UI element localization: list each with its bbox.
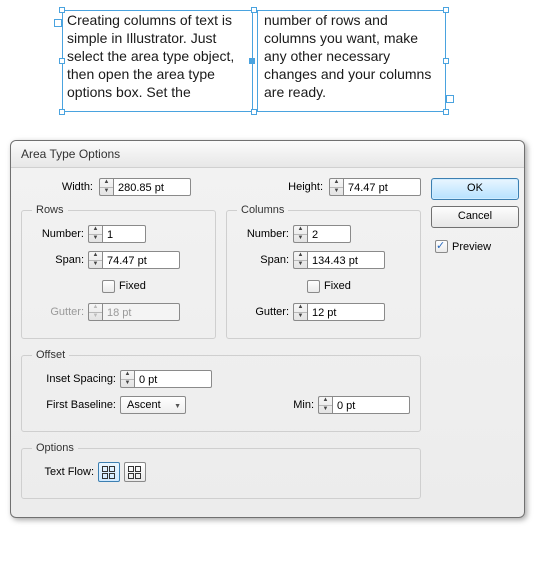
inset-stepper[interactable]: ▲▼ 0 pt [120, 370, 212, 388]
columns-fieldset: Columns Number: ▲▼ 2 Span: ▲▼ 134.43 pt [226, 204, 421, 339]
checkbox-icon [102, 280, 115, 293]
cols-gutter-stepper[interactable]: ▲▼ 12 pt [293, 303, 385, 321]
rows-gutter-label: Gutter: [32, 306, 84, 318]
out-port[interactable] [446, 95, 454, 103]
handle-top-mid[interactable] [251, 7, 257, 13]
preview-label: Preview [452, 241, 491, 253]
handle-mid-right[interactable] [443, 58, 449, 64]
width-stepper[interactable]: ▲▼ 280.85 pt [99, 178, 191, 196]
options-fieldset: Options Text Flow: [21, 442, 421, 499]
handle-bot-left[interactable] [59, 109, 65, 115]
rows-span-label: Span: [32, 254, 84, 266]
area-type-object[interactable]: Creating columns of text is simple in Il… [62, 10, 446, 112]
baseline-value: Ascent [127, 399, 161, 411]
handle-mid-left[interactable] [59, 58, 65, 64]
handle-top-left[interactable] [59, 7, 65, 13]
cols-number-stepper[interactable]: ▲▼ 2 [293, 225, 351, 243]
inset-input[interactable]: 0 pt [134, 370, 212, 388]
checkbox-icon [435, 240, 448, 253]
cols-gutter-label: Gutter: [237, 306, 289, 318]
rows-gutter-input: 18 pt [102, 303, 180, 321]
handle-bot-mid[interactable] [251, 109, 257, 115]
checkbox-icon [307, 280, 320, 293]
width-label: Width: [21, 181, 93, 193]
min-label: Min: [280, 399, 314, 411]
min-stepper[interactable]: ▲▼ 0 pt [318, 396, 410, 414]
columns-legend: Columns [237, 204, 288, 216]
options-legend: Options [32, 442, 78, 454]
height-label: Height: [271, 181, 323, 193]
cols-span-label: Span: [237, 254, 289, 266]
rows-number-stepper[interactable]: ▲▼ 1 [88, 225, 146, 243]
text-flow-row-first-button[interactable] [98, 462, 120, 482]
cols-fixed-label: Fixed [324, 280, 351, 292]
cols-number-input[interactable]: 2 [307, 225, 351, 243]
height-input[interactable]: 74.47 pt [343, 178, 421, 196]
text-column-2: number of rows and columns you want, mak… [262, 11, 442, 111]
flow-label: Text Flow: [32, 466, 94, 478]
cols-number-label: Number: [237, 228, 289, 240]
rows-fixed-checkbox[interactable]: Fixed [102, 280, 146, 293]
text-flow-col-first-button[interactable] [124, 462, 146, 482]
rows-fixed-label: Fixed [119, 280, 146, 292]
cols-gutter-input[interactable]: 12 pt [307, 303, 385, 321]
handle-top-right[interactable] [443, 7, 449, 13]
flow-col-first-icon [128, 466, 142, 478]
column-divider-handle[interactable] [249, 58, 255, 64]
rows-gutter-stepper: ▲▼ 18 pt [88, 303, 180, 321]
ok-button[interactable]: OK [431, 178, 519, 200]
flow-row-first-icon [102, 466, 116, 478]
cancel-button[interactable]: Cancel [431, 206, 519, 228]
height-stepper[interactable]: ▲▼ 74.47 pt [329, 178, 421, 196]
handle-bot-right[interactable] [443, 109, 449, 115]
baseline-select[interactable]: Ascent [120, 396, 186, 414]
min-input[interactable]: 0 pt [332, 396, 410, 414]
preview-checkbox[interactable]: Preview [431, 240, 519, 253]
cols-span-input[interactable]: 134.43 pt [307, 251, 385, 269]
canvas-area: Creating columns of text is simple in Il… [0, 0, 541, 130]
rows-number-input[interactable]: 1 [102, 225, 146, 243]
dialog-title: Area Type Options [11, 141, 524, 168]
rows-number-label: Number: [32, 228, 84, 240]
inset-label: Inset Spacing: [32, 373, 116, 385]
dialog-area-type-options: Area Type Options Width: ▲▼ 280.85 pt He… [10, 140, 525, 518]
cols-span-stepper[interactable]: ▲▼ 134.43 pt [293, 251, 385, 269]
offset-fieldset: Offset Inset Spacing: ▲▼ 0 pt First Base… [21, 349, 421, 432]
offset-legend: Offset [32, 349, 69, 361]
text-column-1: Creating columns of text is simple in Il… [65, 11, 245, 111]
rows-span-input[interactable]: 74.47 pt [102, 251, 180, 269]
baseline-label: First Baseline: [32, 399, 116, 411]
rows-span-stepper[interactable]: ▲▼ 74.47 pt [88, 251, 180, 269]
cols-fixed-checkbox[interactable]: Fixed [307, 280, 351, 293]
rows-fieldset: Rows Number: ▲▼ 1 Span: ▲▼ 74.47 pt [21, 204, 216, 339]
rows-legend: Rows [32, 204, 68, 216]
width-input[interactable]: 280.85 pt [113, 178, 191, 196]
in-port[interactable] [54, 19, 62, 27]
